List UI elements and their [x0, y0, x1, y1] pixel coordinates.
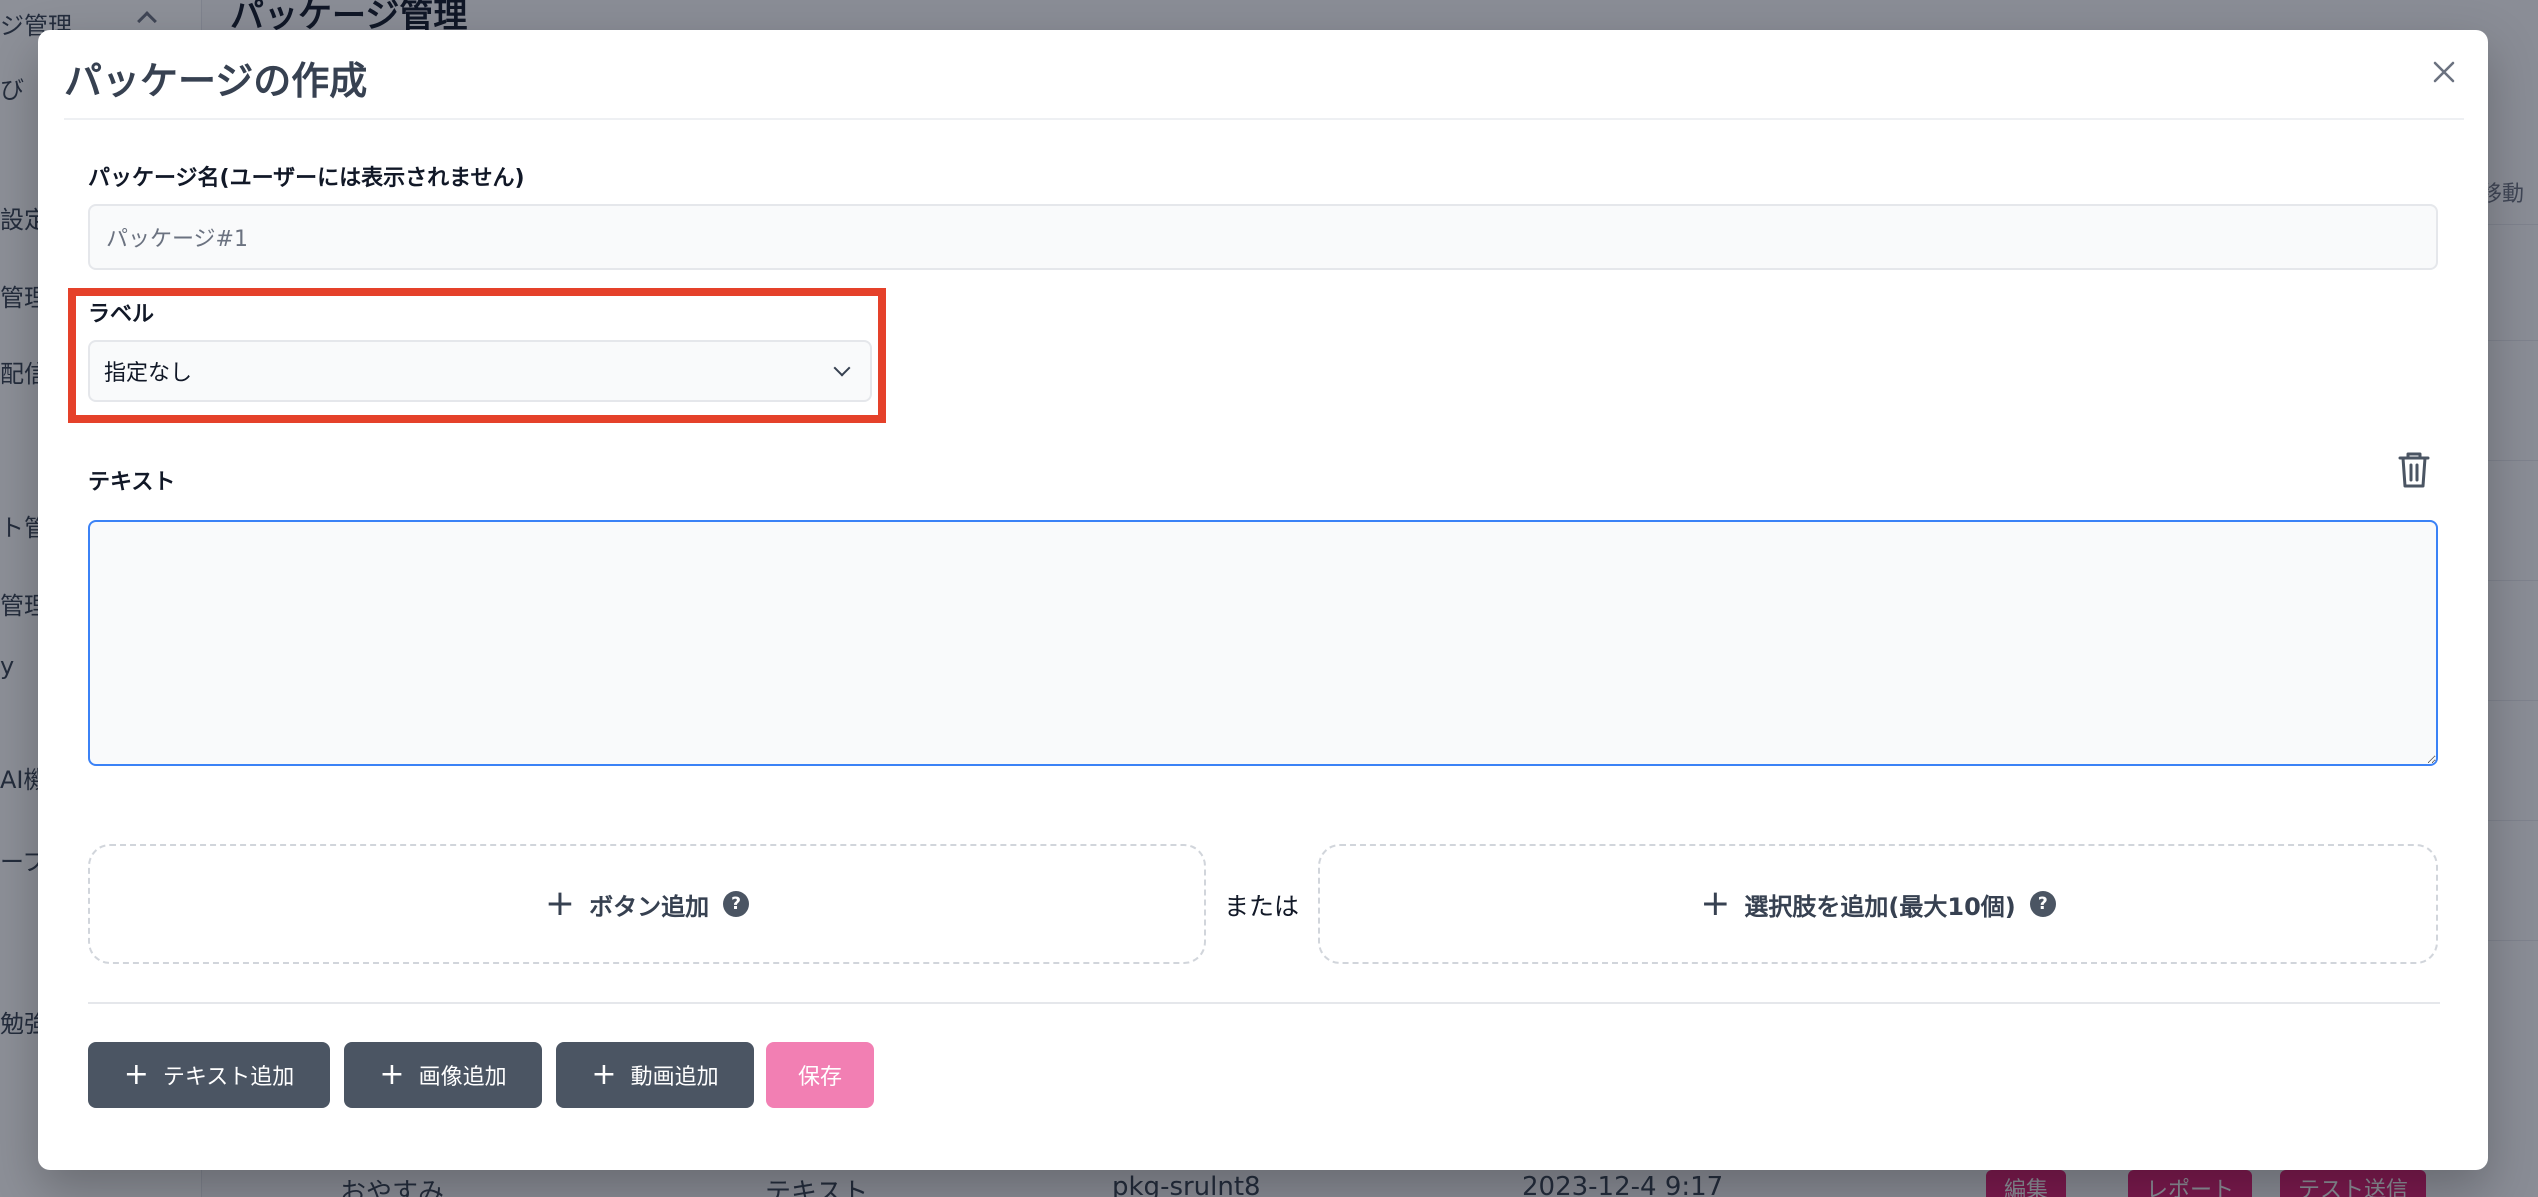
- plus-icon: +: [544, 883, 576, 924]
- package-name-label: パッケージ名(ユーザーには表示されません): [88, 166, 525, 191]
- add-button-label: ボタン追加: [589, 892, 710, 921]
- add-video-label: 動画追加: [630, 1065, 719, 1090]
- delete-text-button[interactable]: [2396, 450, 2436, 494]
- plus-icon: +: [379, 1057, 405, 1092]
- add-choices-label: 選択肢を追加(最大10個): [1744, 892, 2016, 921]
- add-text-button[interactable]: + テキスト追加: [88, 1042, 330, 1108]
- save-button[interactable]: 保存: [766, 1042, 874, 1108]
- close-button[interactable]: [2424, 52, 2464, 92]
- footer-divider: [88, 1002, 2440, 1004]
- plus-icon: +: [591, 1057, 617, 1092]
- help-icon[interactable]: ?: [2029, 891, 2056, 917]
- create-package-modal: パッケージの作成 パッケージ名(ユーザーには表示されません) ラベル 指定なし …: [38, 30, 2488, 1170]
- label-select[interactable]: 指定なし: [88, 340, 872, 402]
- chevron-down-icon: [833, 359, 851, 377]
- close-icon: [2433, 61, 2455, 83]
- add-choices-button[interactable]: + 選択肢を追加(最大10個) ?: [1318, 844, 2438, 964]
- label-select-label: ラベル: [88, 302, 155, 327]
- header-divider: [64, 118, 2464, 120]
- plus-icon: +: [1700, 883, 1731, 924]
- trash-icon: [2398, 452, 2430, 488]
- add-video-button[interactable]: + 動画追加: [556, 1042, 754, 1108]
- package-name-input[interactable]: [88, 204, 2438, 270]
- add-image-button[interactable]: + 画像追加: [344, 1042, 542, 1108]
- text-section-label: テキスト: [88, 470, 176, 495]
- plus-icon: +: [123, 1057, 149, 1092]
- add-button-button[interactable]: + ボタン追加 ?: [88, 844, 1206, 964]
- add-text-label: テキスト追加: [162, 1065, 295, 1090]
- or-text: または: [1224, 892, 1300, 921]
- add-image-label: 画像追加: [418, 1065, 507, 1090]
- help-icon[interactable]: ?: [723, 891, 750, 917]
- modal-title: パッケージの作成: [64, 59, 368, 103]
- text-content-textarea[interactable]: [88, 520, 2438, 766]
- label-select-value: 指定なし: [104, 361, 193, 386]
